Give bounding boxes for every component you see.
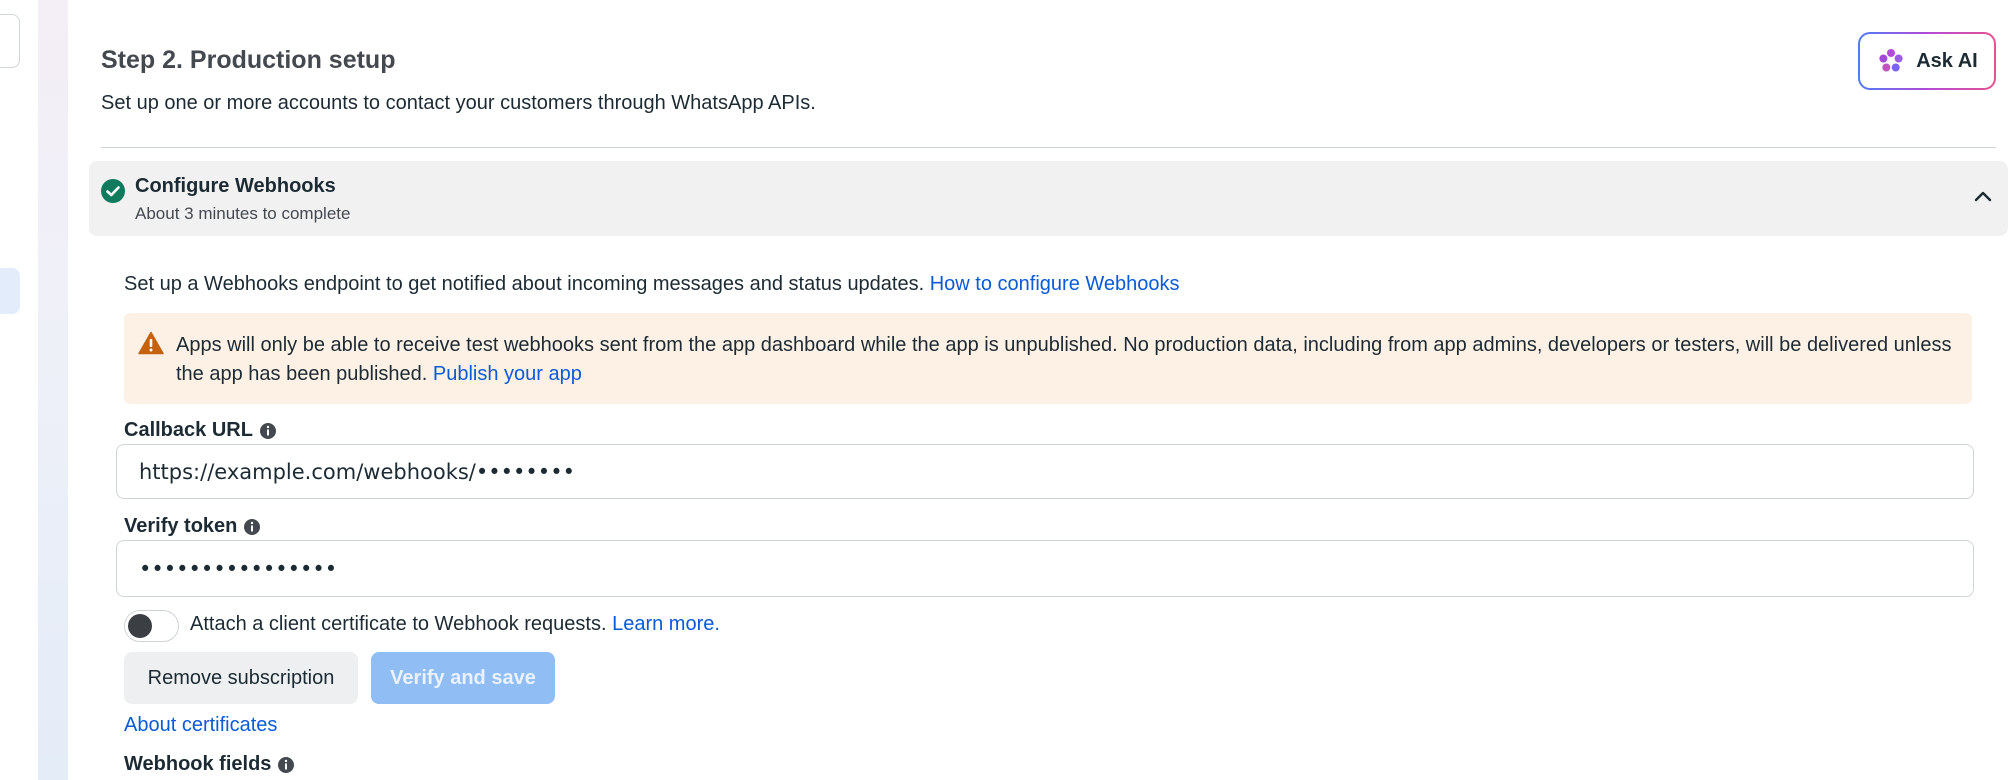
learn-more-link[interactable]: Learn more. xyxy=(612,613,720,635)
warning-triangle-icon xyxy=(138,331,164,355)
intro-text: Set up a Webhooks endpoint to get notifi… xyxy=(124,273,930,295)
ask-ai-label: Ask AI xyxy=(1916,49,1978,72)
webhook-fields-label: Webhook fields xyxy=(124,753,295,776)
sparkle-flower-icon xyxy=(1879,49,1903,72)
sidebar-search-box[interactable] xyxy=(0,14,20,68)
left-sidebar xyxy=(0,0,38,780)
warning-text: Apps will only be able to receive test w… xyxy=(176,331,1956,389)
section-title: Configure Webhooks xyxy=(135,175,336,197)
how-to-configure-webhooks-link[interactable]: How to configure Webhooks xyxy=(930,273,1180,295)
check-circle-icon xyxy=(101,179,125,203)
sidebar-gradient-divider xyxy=(38,0,68,780)
callback-url-label: Callback URL xyxy=(124,419,277,442)
page-title: Step 2. Production setup xyxy=(101,46,396,74)
verify-and-save-button[interactable]: Verify and save xyxy=(371,652,555,704)
sidebar-item-active[interactable] xyxy=(0,268,20,314)
main-content: Step 2. Production setup Set up one or m… xyxy=(68,0,2016,780)
about-certificates-link[interactable]: About certificates xyxy=(124,714,277,737)
info-icon[interactable] xyxy=(243,518,261,536)
chevron-up-icon[interactable] xyxy=(1972,186,1994,208)
info-icon[interactable] xyxy=(259,422,277,440)
callback-url-label-text: Callback URL xyxy=(124,419,253,441)
toggle-knob xyxy=(128,614,152,638)
page-subtitle: Set up one or more accounts to contact y… xyxy=(101,92,816,114)
publish-your-app-link[interactable]: Publish your app xyxy=(433,363,582,385)
client-certificate-text: Attach a client certificate to Webhook r… xyxy=(190,613,613,635)
client-certificate-toggle[interactable] xyxy=(124,610,179,642)
unpublished-app-warning: Apps will only be able to receive test w… xyxy=(124,313,1972,404)
ask-ai-button[interactable]: Ask AI xyxy=(1858,32,1996,90)
section-subtitle: About 3 minutes to complete xyxy=(135,204,351,223)
info-icon[interactable] xyxy=(277,756,295,774)
verify-token-input[interactable]: •••••••••••••••• xyxy=(116,540,1974,597)
verify-token-label-text: Verify token xyxy=(124,515,238,537)
configure-webhooks-accordion-header[interactable]: Configure Webhooks About 3 minutes to co… xyxy=(89,161,2008,236)
remove-subscription-button[interactable]: Remove subscription xyxy=(124,652,358,704)
callback-url-input[interactable]: https://example.com/webhooks/•••••••• xyxy=(116,444,1974,499)
client-certificate-label: Attach a client certificate to Webhook r… xyxy=(190,613,720,636)
webhook-fields-label-text: Webhook fields xyxy=(124,753,272,775)
verify-token-label: Verify token xyxy=(124,515,261,538)
webhooks-intro: Set up a Webhooks endpoint to get notifi… xyxy=(124,273,1180,296)
divider xyxy=(101,147,1996,148)
